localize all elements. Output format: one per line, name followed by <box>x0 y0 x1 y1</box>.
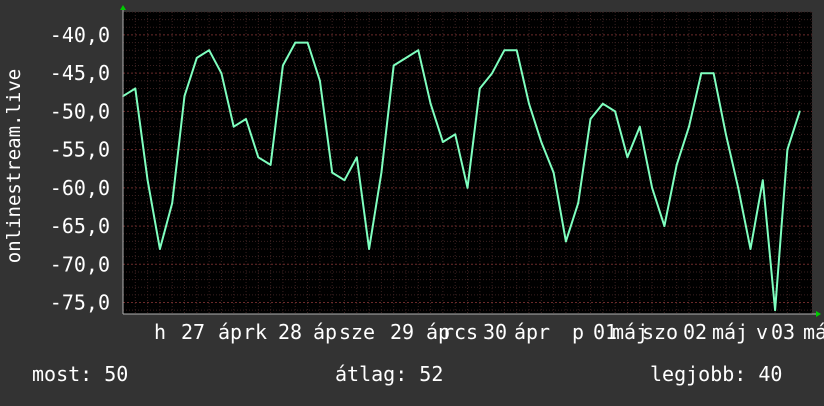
data-point <box>589 118 592 120</box>
line-chart: -40,0 -45,0 -50,0 -55,0 -60,0 -65,0 -70,0 -75,0… <box>50 5 824 344</box>
x-tick-label: 30 <box>483 320 507 344</box>
data-point <box>688 125 690 128</box>
y-tick-label: -55,0 <box>50 138 110 162</box>
data-point <box>540 141 543 143</box>
legend-average-label: átlag: <box>335 362 408 386</box>
x-axis-arrow <box>816 311 821 317</box>
data-point <box>294 41 297 44</box>
data-point <box>343 179 346 182</box>
data-point <box>737 186 740 189</box>
y-tick-label: -50,0 <box>50 99 110 123</box>
data-point <box>552 171 555 174</box>
data-point <box>700 72 703 75</box>
legend-current: most: 50 <box>32 362 128 386</box>
data-point <box>208 49 211 52</box>
data-point <box>712 72 715 75</box>
y-tick-label: -70,0 <box>50 252 110 276</box>
y-tick-label: -75,0 <box>50 291 110 315</box>
data-point <box>565 240 567 243</box>
data-point <box>282 64 284 67</box>
data-point <box>626 156 629 159</box>
y-axis-label: onlinestream.live <box>3 68 25 264</box>
x-tick-label: rk <box>243 320 267 344</box>
data-point <box>528 102 530 105</box>
y-tick-label: -40,0 <box>50 23 110 47</box>
legend-best: legjobb: 40 <box>650 362 782 386</box>
y-tick-label: -65,0 <box>50 214 110 238</box>
data-point <box>786 148 789 151</box>
data-point <box>638 125 641 128</box>
data-point <box>417 49 420 52</box>
x-tick-label: 02 <box>683 320 707 344</box>
data-point <box>355 156 358 159</box>
data-point <box>466 186 469 189</box>
data-point <box>491 72 494 75</box>
data-point <box>675 164 678 166</box>
x-tick-label: sze <box>339 320 375 344</box>
data-point <box>195 56 198 59</box>
data-point <box>318 79 321 82</box>
data-point <box>146 179 149 182</box>
data-point <box>405 56 407 59</box>
data-point <box>134 87 137 90</box>
data-point <box>380 171 383 174</box>
x-tick-label: p <box>572 320 584 344</box>
data-point <box>183 95 186 98</box>
data-point <box>429 102 432 105</box>
legend-average-value: 52 <box>419 362 444 386</box>
x-tick-label: áp <box>218 320 242 344</box>
data-point <box>392 64 395 67</box>
data-point <box>577 202 580 205</box>
x-tick-label: 03 <box>771 320 795 344</box>
data-point <box>220 72 223 75</box>
data-point <box>503 49 506 52</box>
x-tick-label: 27 <box>181 320 205 344</box>
x-tick-label: szo <box>642 320 678 344</box>
data-point <box>761 179 764 182</box>
data-point <box>749 248 752 250</box>
x-tick-label: ápr <box>514 320 550 344</box>
data-point <box>478 87 481 90</box>
data-point <box>306 41 309 44</box>
x-tick-label: h <box>154 320 166 344</box>
data-point <box>269 164 272 166</box>
legend-average: átlag: 52 <box>335 362 443 386</box>
x-tick-label: áp <box>313 320 337 344</box>
legend-current-value: 50 <box>104 362 129 386</box>
data-point <box>257 156 260 159</box>
x-tick-label: rcs <box>442 320 478 344</box>
x-tick-label: 29 <box>390 320 414 344</box>
x-tick-label: v <box>756 320 768 344</box>
chart-area: -40,0 -45,0 -50,0 -55,0 -60,0 -65,0 -70,0 -75,0… <box>0 0 824 402</box>
legend-current-label: most: <box>32 362 93 386</box>
legend-best-value: 40 <box>758 362 783 386</box>
data-point <box>232 125 235 128</box>
y-axis-arrow <box>120 5 126 10</box>
y-tick-label: -45,0 <box>50 61 110 85</box>
data-point <box>614 110 617 113</box>
data-point <box>171 202 174 205</box>
data-point <box>651 186 653 189</box>
data-point <box>774 309 776 312</box>
data-point <box>663 225 666 227</box>
data-point <box>245 118 247 120</box>
data-point <box>724 133 727 136</box>
data-point <box>515 49 518 52</box>
data-point <box>331 171 334 174</box>
data-point <box>368 248 370 250</box>
x-tick-label: 28 <box>278 320 302 344</box>
x-tick-label: máj <box>712 320 748 344</box>
data-point <box>454 133 457 136</box>
x-tick-label: má <box>803 320 824 344</box>
y-tick-label: -60,0 <box>50 176 110 200</box>
data-point <box>798 110 801 113</box>
legend-best-label: legjobb: <box>650 362 747 386</box>
data-point <box>159 248 161 250</box>
data-point <box>601 102 604 105</box>
data-point <box>441 141 444 143</box>
